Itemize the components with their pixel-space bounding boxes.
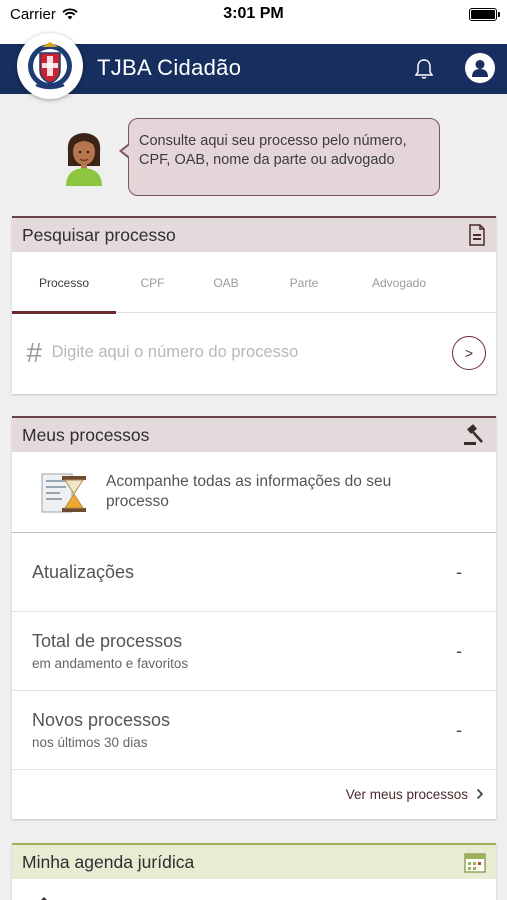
bell-icon[interactable] <box>414 58 434 80</box>
hourglass-document-icon <box>41 473 86 513</box>
stat-title: Novos processos <box>32 710 171 730</box>
see-my-processes-link[interactable]: Ver meus processos <box>12 770 496 818</box>
hash-icon: # <box>26 336 42 368</box>
gavel-icon <box>464 424 483 445</box>
status-left: Carrier <box>10 6 78 23</box>
stat-new-processes[interactable]: Novos processos nos últimos 30 dias - <box>12 691 496 770</box>
app-title: TJBA Cidadão <box>97 55 242 80</box>
stat-title: Total de processos <box>32 631 183 651</box>
stat-value: - <box>456 640 462 661</box>
tab-oab[interactable]: OAB <box>189 252 263 313</box>
assistant-avatar-icon <box>66 133 102 186</box>
wifi-icon <box>62 8 78 20</box>
stat-value: - <box>456 561 462 582</box>
battery-fill <box>471 9 495 19</box>
stat-text: Novos processos nos últimos 30 dias <box>32 710 170 750</box>
document-icon <box>469 224 485 246</box>
chevron-right-icon <box>476 788 484 800</box>
search-go-button[interactable]: > <box>452 335 486 370</box>
tab-label: Parte <box>289 275 319 290</box>
search-row: # > <box>12 313 496 392</box>
stat-updates[interactable]: Atualizações - <box>12 533 496 612</box>
carrier-label: Carrier <box>10 5 56 23</box>
stat-text: Total de processos em andamento e favori… <box>32 631 188 671</box>
status-bar: Carrier 3:01 PM <box>0 0 507 28</box>
stat-subtitle: nos últimos 30 dias <box>32 735 148 750</box>
agenda-card-header: Minha agenda jurídica <box>12 843 496 879</box>
stat-value: - <box>456 719 462 740</box>
tjba-logo[interactable] <box>17 33 83 99</box>
tab-processo[interactable]: Processo <box>12 252 116 314</box>
app-header: TJBA Cidadão <box>0 28 507 99</box>
stat-total-processes[interactable]: Total de processos em andamento e favori… <box>12 612 496 691</box>
processes-card: Meus processos Acompanhe todas as inform… <box>12 416 496 819</box>
tab-label: OAB <box>213 275 239 290</box>
profile-button[interactable] <box>465 53 495 83</box>
processes-info-text: Acompanhe todas as informações do seu pr… <box>106 473 392 510</box>
tab-label: Processo <box>38 275 90 290</box>
stat-title: Atualizações <box>32 561 135 582</box>
chevron-right-icon: > <box>464 344 474 361</box>
search-card-title: Pesquisar processo <box>22 224 176 245</box>
processes-card-header: Meus processos <box>12 416 496 452</box>
search-card-header: Pesquisar processo <box>12 216 496 252</box>
search-card: Pesquisar processo Processo CPF OAB Part… <box>12 216 496 394</box>
processes-card-title: Meus processos <box>22 424 150 445</box>
coat-of-arms-icon <box>28 42 72 90</box>
stat-text: Atualizações <box>32 562 134 583</box>
tab-cpf[interactable]: CPF <box>116 252 189 313</box>
stat-subtitle: em andamento e favoritos <box>32 656 189 671</box>
agenda-card-title: Minha agenda jurídica <box>22 851 195 872</box>
tab-advogado[interactable]: Advogado <box>345 252 453 313</box>
battery-icon <box>469 7 500 21</box>
see-more-label: Ver meus processos <box>345 786 468 802</box>
tab-label: Advogado <box>371 275 427 290</box>
tab-parte[interactable]: Parte <box>263 252 345 313</box>
speech-bubble: Consulte aqui seu processo pelo número, … <box>119 118 440 196</box>
calendar-icon <box>464 853 486 873</box>
process-number-input[interactable] <box>51 343 452 362</box>
processes-info: Acompanhe todas as informações do seu pr… <box>12 452 496 533</box>
intro-section: Consulte aqui seu processo pelo número, … <box>0 94 507 216</box>
tab-label: CPF <box>140 275 165 290</box>
user-icon <box>472 60 488 77</box>
search-tabs: Processo CPF OAB Parte Advogado <box>12 252 496 314</box>
agenda-item-icon <box>41 897 47 900</box>
agenda-card[interactable]: Minha agenda jurídica <box>12 843 496 900</box>
